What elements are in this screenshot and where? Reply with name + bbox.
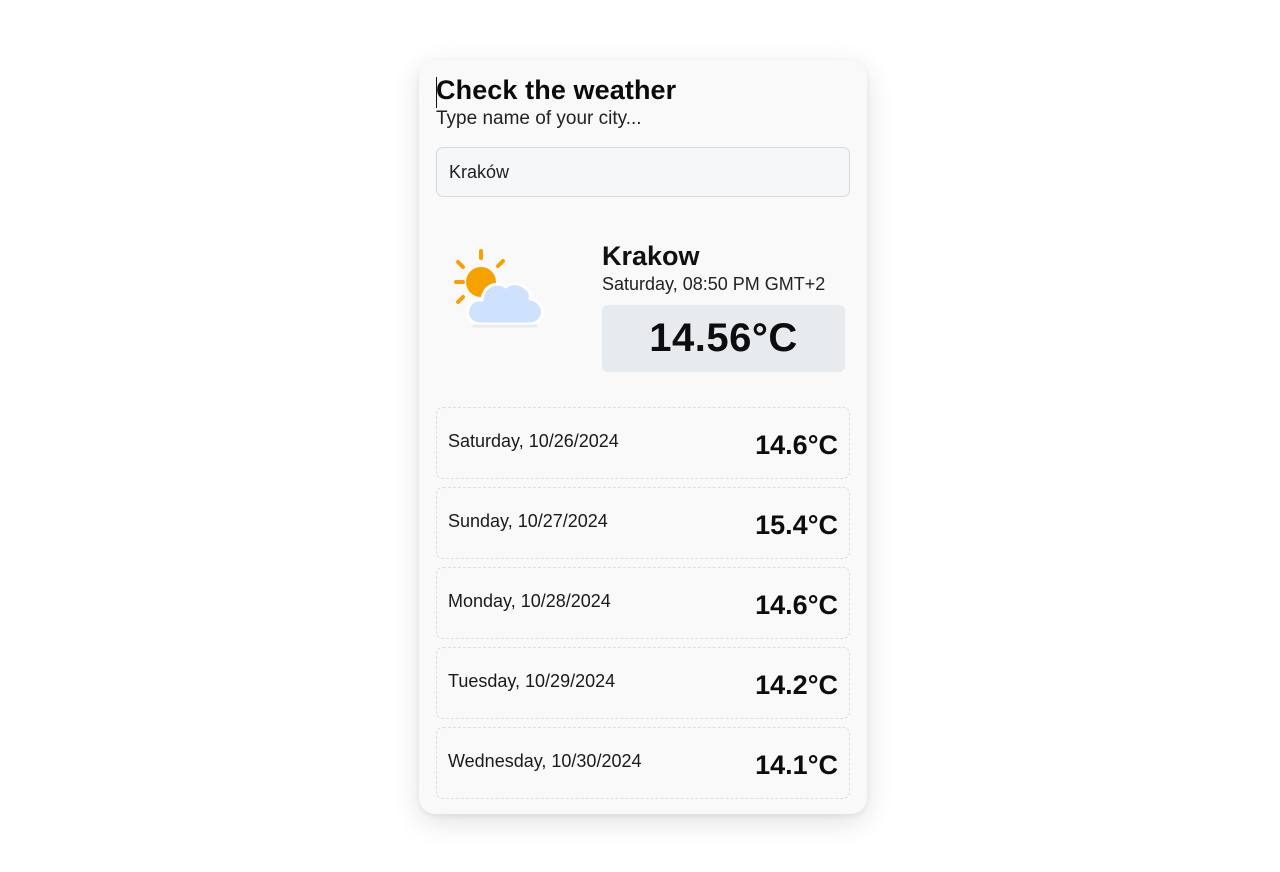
current-datetime: Saturday, 08:50 PM GMT+2: [602, 274, 826, 294]
search-prompt: Type name of your city...: [436, 108, 642, 129]
forecast-temperature: 14.2°C: [755, 669, 838, 700]
forecast-day: Sunday, 10/27/2024 15.4°C: [436, 487, 850, 559]
city-name: Krakow: [602, 241, 700, 271]
forecast-day: Saturday, 10/26/2024 14.6°C: [436, 407, 850, 479]
partly-cloudy-icon: [444, 245, 554, 330]
forecast-temperature: 14.6°C: [755, 429, 838, 460]
forecast-date: Monday, 10/28/2024: [448, 590, 611, 611]
forecast-date: Saturday, 10/26/2024: [448, 430, 619, 451]
current-temperature-box: 14.56°C: [602, 305, 845, 372]
forecast-day: Wednesday, 10/30/2024 14.1°C: [436, 727, 850, 799]
forecast-temperature: 14.1°C: [755, 749, 838, 780]
current-temperature: 14.56°C: [649, 316, 798, 360]
weather-card: Check the weather Type name of your city…: [419, 60, 867, 814]
forecast-list: Saturday, 10/26/2024 14.6°C Sunday, 10/2…: [436, 407, 850, 807]
forecast-day: Tuesday, 10/29/2024 14.2°C: [436, 647, 850, 719]
city-search-input[interactable]: [436, 147, 850, 197]
forecast-date: Wednesday, 10/30/2024: [448, 750, 642, 771]
page-title: Check the weather: [436, 75, 677, 105]
forecast-day: Monday, 10/28/2024 14.6°C: [436, 567, 850, 639]
forecast-date: Sunday, 10/27/2024: [448, 510, 608, 531]
forecast-temperature: 14.6°C: [755, 589, 838, 620]
forecast-date: Tuesday, 10/29/2024: [448, 670, 616, 691]
forecast-temperature: 15.4°C: [755, 509, 838, 540]
